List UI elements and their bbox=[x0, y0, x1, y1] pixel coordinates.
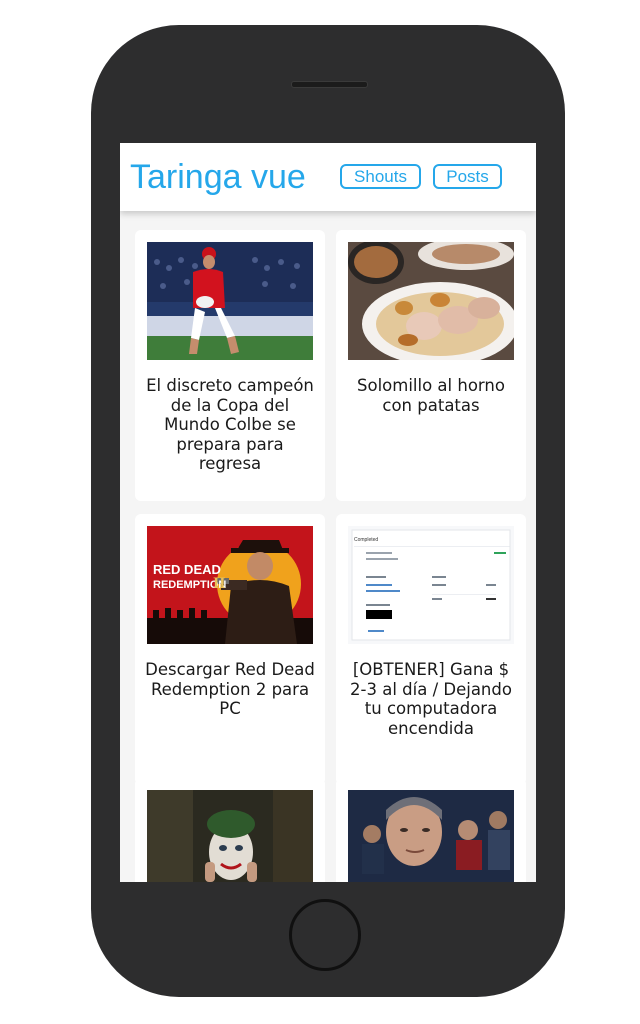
post-card[interactable]: Solomillo al horno con patatas bbox=[336, 230, 526, 501]
rugby-player-photo bbox=[147, 242, 313, 360]
post-card[interactable] bbox=[336, 778, 526, 882]
game-logo-text: RED DEAD bbox=[153, 562, 221, 577]
svg-text:Completed: Completed bbox=[354, 537, 378, 543]
post-card[interactable]: Completed [OBTENER] Gana $ 2-3 al día / … bbox=[336, 514, 526, 785]
phone-speaker bbox=[291, 81, 368, 88]
joker-movie-still bbox=[147, 790, 313, 882]
app-screen[interactable]: Taringa vue Shouts Posts El discreto cam… bbox=[120, 143, 536, 882]
app-header: Taringa vue Shouts Posts bbox=[120, 143, 536, 211]
post-title[interactable]: Solomillo al horno con patatas bbox=[344, 376, 518, 415]
post-card[interactable]: RED DEAD REDEMPTION II Descargar Red Dea… bbox=[135, 514, 325, 785]
post-title[interactable]: [OBTENER] Gana $ 2-3 al día / Dejando tu… bbox=[344, 660, 518, 738]
brand-title[interactable]: Taringa vue bbox=[130, 157, 306, 197]
roast-pork-plate-photo bbox=[348, 242, 514, 360]
posts-button[interactable]: Posts bbox=[433, 164, 502, 189]
payment-screenshot: Completed bbox=[348, 526, 514, 644]
man-in-suit-photo bbox=[348, 790, 514, 882]
phone-frame: Taringa vue Shouts Posts El discreto cam… bbox=[91, 25, 565, 997]
post-title[interactable]: Descargar Red Dead Redemption 2 para PC bbox=[143, 660, 317, 719]
shouts-button[interactable]: Shouts bbox=[340, 164, 421, 189]
svg-text:II: II bbox=[213, 575, 225, 592]
home-button[interactable] bbox=[289, 899, 361, 971]
post-card[interactable]: El discreto campeón de la Copa del Mundo… bbox=[135, 230, 325, 501]
post-title[interactable]: El discreto campeón de la Copa del Mundo… bbox=[143, 376, 317, 474]
red-dead-redemption-cover: RED DEAD REDEMPTION II bbox=[147, 526, 313, 644]
post-card[interactable] bbox=[135, 778, 325, 882]
